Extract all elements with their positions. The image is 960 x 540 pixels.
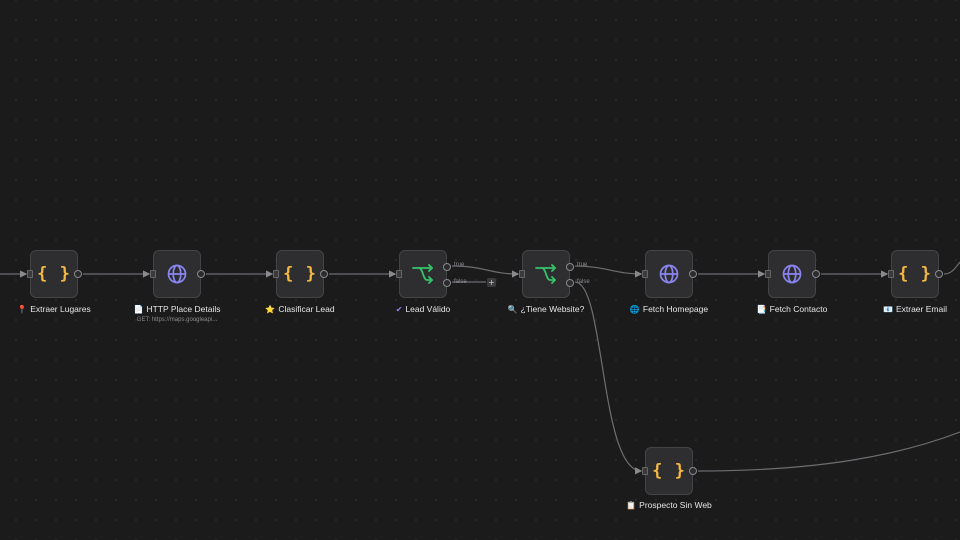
- input-port[interactable]: [27, 270, 33, 278]
- node-prospecto-sin-web[interactable]: { }: [642, 447, 697, 495]
- document-icon: 📑: [756, 304, 767, 314]
- globe-icon: [769, 251, 815, 297]
- branch-label-true: true: [454, 262, 465, 268]
- map-pin-icon: 📍: [17, 304, 28, 314]
- node-tiene-website[interactable]: [519, 250, 574, 298]
- branch-label-false: false: [454, 279, 467, 285]
- input-port[interactable]: [396, 270, 402, 278]
- input-port[interactable]: [642, 467, 648, 475]
- node-lead-valido[interactable]: [396, 250, 451, 298]
- clipboard-icon: 📋: [626, 500, 637, 510]
- code-braces-icon: { }: [283, 264, 317, 284]
- output-port-false[interactable]: [566, 279, 574, 287]
- code-braces-icon: { }: [898, 264, 932, 284]
- code-braces-icon: { }: [652, 461, 686, 481]
- node-http-place-details[interactable]: [150, 250, 205, 298]
- envelope-icon: 📧: [883, 304, 893, 314]
- output-port[interactable]: [197, 270, 205, 278]
- globe-icon: [154, 251, 200, 297]
- output-port[interactable]: [812, 270, 820, 278]
- node-label-extraer-email: 📧 Extraer Email: [883, 304, 947, 314]
- node-extraer-email[interactable]: { }: [888, 250, 943, 298]
- output-port-false[interactable]: [443, 279, 451, 287]
- node-clasificar-lead[interactable]: { }: [273, 250, 328, 298]
- input-port[interactable]: [642, 270, 648, 278]
- input-port[interactable]: [273, 270, 279, 278]
- if-branch-icon: [400, 251, 446, 297]
- star-icon: ⭐: [265, 304, 276, 314]
- node-fetch-homepage[interactable]: [642, 250, 697, 298]
- output-port[interactable]: [689, 270, 697, 278]
- node-extraer-lugares[interactable]: { }: [27, 250, 82, 298]
- globe-icon: [646, 251, 692, 297]
- check-icon: ✔: [395, 304, 403, 314]
- add-node-button[interactable]: +: [487, 278, 496, 287]
- output-port[interactable]: [320, 270, 328, 278]
- output-port[interactable]: [935, 270, 943, 278]
- if-branch-icon: [523, 251, 569, 297]
- magnifier-icon: 🔍: [507, 304, 518, 314]
- edge-prospecto-out: [697, 431, 960, 472]
- workflow-canvas[interactable]: { } 📍 Extraer Lugares 📄 HTTP Place Detai…: [0, 0, 960, 540]
- output-port[interactable]: [689, 467, 697, 475]
- output-port-true[interactable]: [443, 263, 451, 271]
- document-icon: 📄: [133, 304, 144, 314]
- globe-icon: 🌐: [629, 304, 640, 314]
- node-subtitle-http-place-details: GET: https://maps.googleapi...: [136, 317, 218, 323]
- branch-label-true: true: [577, 262, 588, 268]
- node-fetch-contacto[interactable]: [765, 250, 820, 298]
- output-port[interactable]: [74, 270, 82, 278]
- edge-extraer-email-out: [943, 261, 960, 275]
- input-port[interactable]: [888, 270, 894, 278]
- input-port[interactable]: [765, 270, 771, 278]
- input-port[interactable]: [150, 270, 156, 278]
- branch-label-false: false: [577, 279, 590, 285]
- code-braces-icon: { }: [37, 264, 71, 284]
- node-label-prospecto-sin-web: 📋 Prospecto Sin Web: [626, 500, 712, 510]
- output-port-true[interactable]: [566, 263, 574, 271]
- input-port[interactable]: [519, 270, 525, 278]
